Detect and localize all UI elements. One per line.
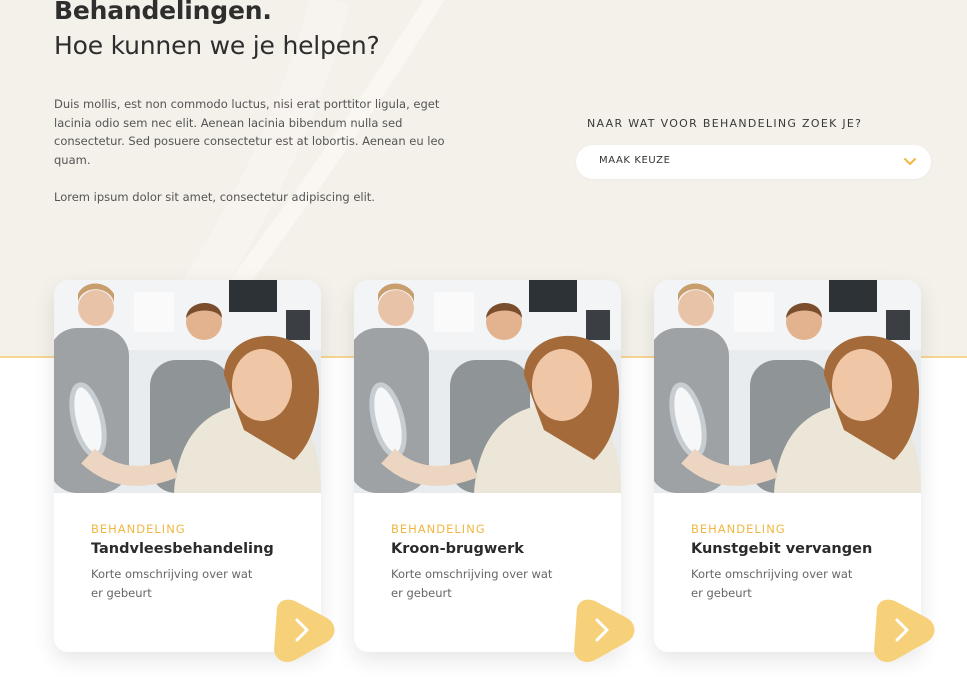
treatment-filter-label: NAAR WAT VOOR BEHANDELING ZOEK JE? (587, 117, 863, 130)
treatment-card-image (654, 280, 921, 493)
card-description: Korte omschrijving over wat er gebeurt (691, 567, 853, 600)
card-arrow-button[interactable] (869, 598, 937, 664)
card-title: Kunstgebit vervangen (691, 541, 873, 557)
card-kicker: BEHANDELING (391, 522, 486, 536)
card-arrow-button[interactable] (269, 598, 337, 664)
card-kicker: BEHANDELING (691, 522, 786, 536)
treatment-card[interactable]: BEHANDELING Kunstgebit vervangen Korte o… (654, 280, 935, 662)
treatment-card-image (54, 280, 321, 493)
treatment-card[interactable]: BEHANDELING Kroon-brugwerk Korte omschri… (354, 280, 635, 662)
treatment-card[interactable]: BEHANDELING Tandvleesbehandeling Korte o… (54, 280, 335, 662)
page-subtitle: Hoe kunnen we je helpen? (54, 31, 380, 60)
chevron-down-icon (904, 158, 916, 165)
card-description: Korte omschrijving over wat er gebeurt (391, 567, 553, 600)
page-title: Behandelingen. (54, 0, 272, 25)
card-arrow-button[interactable] (569, 598, 637, 664)
treatment-select[interactable]: MAAK KEUZE (576, 145, 931, 179)
intro-text: Duis mollis, est non commodo luctus, nis… (54, 97, 445, 167)
card-description: Korte omschrijving over wat er gebeurt (91, 567, 253, 600)
card-kicker: BEHANDELING (91, 522, 186, 536)
treatment-select-value: MAAK KEUZE (599, 155, 671, 166)
intro-text-secondary: Lorem ipsum dolor sit amet, consectetur … (54, 190, 375, 204)
treatment-card-image (354, 280, 621, 493)
card-title: Kroon-brugwerk (391, 541, 524, 557)
card-title: Tandvleesbehandeling (91, 541, 274, 557)
